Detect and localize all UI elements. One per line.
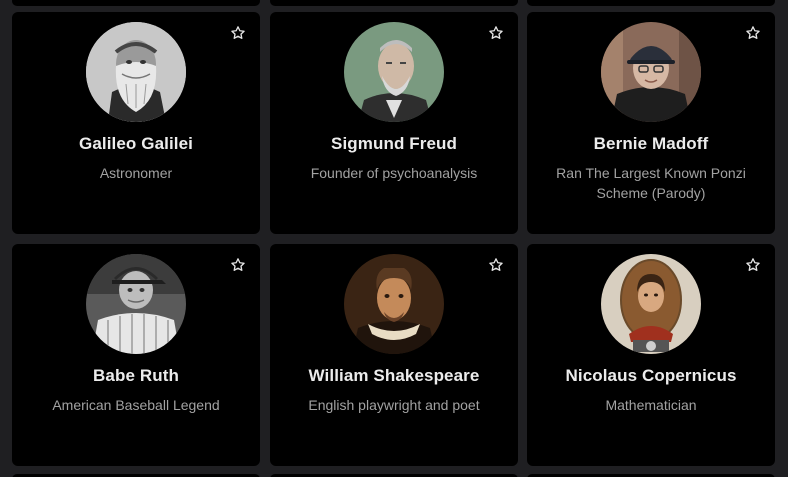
star-outline-icon: [231, 258, 245, 271]
portrait-bearded-man-engraving-icon: [86, 22, 186, 122]
character-card-sigmund-freud[interactable]: Sigmund Freud Founder of psychoanalysis: [270, 12, 518, 234]
character-description: Mathematician: [605, 397, 697, 413]
favorite-star-button[interactable]: [230, 257, 246, 273]
character-name: William Shakespeare: [308, 366, 480, 385]
character-card-babe-ruth[interactable]: Babe Ruth American Baseball Legend: [12, 244, 260, 466]
favorite-star-button[interactable]: [745, 25, 761, 41]
character-name: Bernie Madoff: [593, 134, 709, 153]
character-card-partial[interactable]: [527, 0, 775, 6]
star-outline-icon: [746, 258, 760, 271]
character-description: Founder of psychoanalysis: [310, 165, 478, 181]
character-card-nicolaus-copernicus[interactable]: Nicolaus Copernicus Mathematician: [527, 244, 775, 466]
favorite-star-button[interactable]: [230, 25, 246, 41]
character-name: Nicolaus Copernicus: [565, 366, 737, 385]
favorite-star-button[interactable]: [745, 257, 761, 273]
favorite-star-button[interactable]: [488, 25, 504, 41]
favorite-star-button[interactable]: [488, 257, 504, 273]
star-outline-icon: [489, 258, 503, 271]
portrait-renaissance-painting-icon: [344, 254, 444, 354]
character-name: Babe Ruth: [93, 366, 179, 385]
star-outline-icon: [489, 26, 503, 39]
character-description: English playwright and poet: [308, 397, 480, 413]
avatar: [344, 254, 444, 354]
portrait-man-green-background-icon: [344, 22, 444, 122]
avatar: [344, 22, 444, 122]
character-card-william-shakespeare[interactable]: William Shakespeare English playwright a…: [270, 244, 518, 466]
star-outline-icon: [231, 26, 245, 39]
avatar: [601, 22, 701, 122]
character-name: Sigmund Freud: [331, 134, 457, 153]
character-name: Galileo Galilei: [79, 134, 193, 153]
character-grid: Galileo Galilei Astronomer Sigmund Freud…: [0, 0, 788, 477]
portrait-baseball-player-icon: [86, 254, 186, 354]
avatar: [86, 254, 186, 354]
portrait-oval-painting-icon: [601, 254, 701, 354]
character-card-partial[interactable]: [270, 0, 518, 6]
character-card-partial[interactable]: [12, 0, 260, 6]
character-description: Astronomer: [99, 165, 173, 181]
character-card-bernie-madoff[interactable]: Bernie Madoff Ran The Largest Known Ponz…: [527, 12, 775, 234]
avatar: [86, 22, 186, 122]
star-outline-icon: [746, 26, 760, 39]
character-description: American Baseball Legend: [52, 397, 220, 413]
character-card-galileo-galilei[interactable]: Galileo Galilei Astronomer: [12, 12, 260, 234]
portrait-man-cap-icon: [601, 22, 701, 122]
character-description: Ran The Largest Known Ponzi Scheme (Paro…: [556, 165, 746, 201]
avatar: [601, 254, 701, 354]
